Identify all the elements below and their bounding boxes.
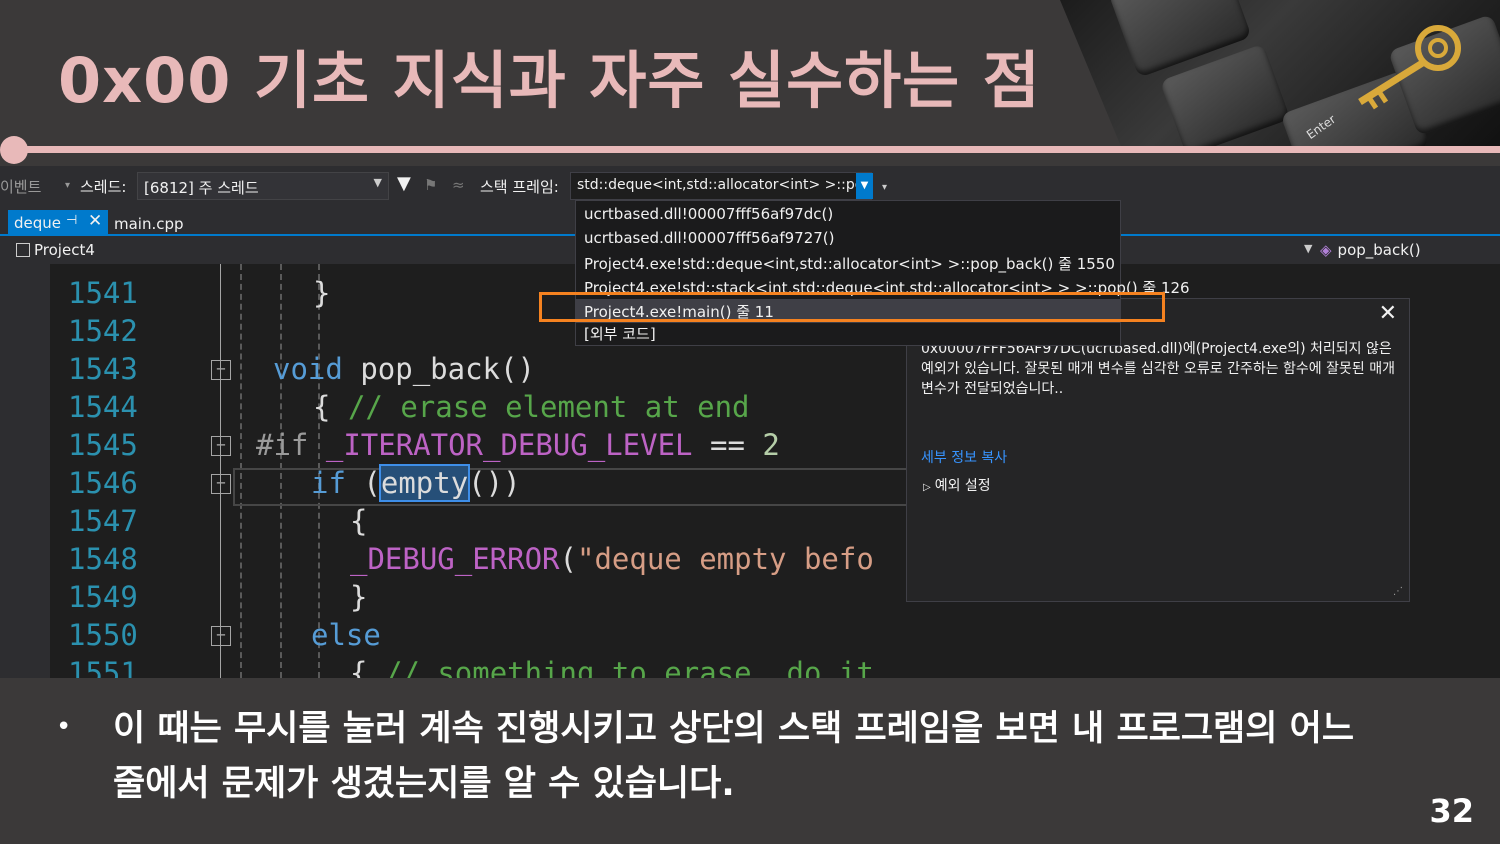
- code-text: _DEBUG_ERROR("deque empty befo: [350, 542, 874, 576]
- outline-line: [220, 264, 221, 678]
- stack-frame-value: std::deque<int,std::allocator<int> >::po…: [577, 177, 872, 193]
- code-text: {: [350, 504, 368, 538]
- thread-value: [6812] 주 스레드: [144, 179, 259, 197]
- keyboard-key-photo: Enter: [1060, 0, 1500, 148]
- stack-frame-list: ucrtbased.dll!00007fff56af97dc() ucrtbas…: [575, 200, 1190, 346]
- line-number: 1546: [68, 466, 138, 500]
- close-icon[interactable]: ✕: [88, 211, 102, 231]
- filter-icon[interactable]: ▼: [397, 173, 411, 194]
- line-number: 1542: [68, 314, 138, 348]
- line-number: 1544: [68, 390, 138, 424]
- caption-line: 이 때는 무시를 눌러 계속 진행시키고 상단의 스택 프레임을 보면 내 프로…: [113, 709, 1355, 749]
- code-text: { // erase element at end: [313, 390, 750, 424]
- line-number: 1545: [68, 428, 138, 462]
- thread-label: 스레드:: [80, 178, 127, 196]
- chevron-down-icon: ▼: [373, 176, 382, 189]
- line-number: 1550: [68, 618, 138, 652]
- line-number: 1548: [68, 542, 138, 576]
- collapse-toggle[interactable]: −: [211, 436, 231, 456]
- slide-caption: 이 때는 무시를 눌러 계속 진행시키고 상단의 스택 프레임을 보면 내 프로…: [113, 702, 1413, 812]
- code-text: if (empty()): [311, 464, 521, 502]
- caption-line: 줄에서 문제가 생겼는지를 알 수 있습니다.: [113, 764, 735, 804]
- flag-thread-icon[interactable]: ⚑: [424, 176, 437, 194]
- indicator-margin[interactable]: [8, 264, 50, 678]
- close-icon[interactable]: ✕: [1379, 301, 1397, 326]
- collapse-toggle[interactable]: −: [211, 360, 231, 380]
- project-icon: [16, 243, 30, 257]
- pin-icon[interactable]: ⊣: [66, 213, 77, 228]
- list-item[interactable]: Project4.exe!std::deque<int,std::allocat…: [584, 253, 1115, 274]
- expand-triangle-icon: ▷: [923, 482, 931, 493]
- method-icon: ◈: [1320, 241, 1332, 259]
- collapse-toggle[interactable]: −: [211, 474, 231, 494]
- visual-studio-screenshot: 이벤트 ▾ 스레드: [6812] 주 스레드 ▼ ▼ ⚑ ≈ 스택 프레임: …: [0, 166, 1500, 678]
- line-number: 1541: [68, 276, 138, 310]
- line-number: 1549: [68, 580, 138, 614]
- code-text: #if _ITERATOR_DEBUG_LEVEL == 2: [256, 428, 780, 462]
- line-number: 1547: [68, 504, 138, 538]
- line-number: 1543: [68, 352, 138, 386]
- show-flagged-icon[interactable]: ≈: [452, 176, 465, 194]
- tab-main-cpp[interactable]: main.cpp: [114, 215, 184, 233]
- tab-label: deque: [14, 214, 62, 232]
- project-dropdown[interactable]: Project4: [16, 241, 95, 259]
- exception-settings-label: 예외 설정: [934, 478, 991, 494]
- events-dropdown-icon[interactable]: ▾: [65, 180, 70, 191]
- code-text: { // something to erase, do it: [350, 656, 874, 678]
- line-number: 1551: [68, 656, 138, 678]
- collapse-toggle[interactable]: −: [211, 626, 231, 646]
- highlight-annotation-box: [539, 292, 1165, 322]
- slide-title: 0x00 기초 지식과 자주 실수하는 점: [58, 44, 1041, 117]
- exception-settings-toggle[interactable]: ▷ 예외 설정: [923, 475, 991, 495]
- exception-message: 0x00007FFF56AF97DC(ucrtbased.dll)에(Proje…: [921, 341, 1395, 397]
- function-dropdown[interactable]: ◈ pop_back(): [1320, 241, 1421, 259]
- code-text: }: [313, 276, 331, 310]
- code-text: }: [350, 580, 368, 614]
- stack-frame-select[interactable]: std::deque<int,std::allocator<int> >::po…: [570, 172, 872, 200]
- list-item[interactable]: [외부 코드]: [584, 323, 656, 344]
- chevron-down-icon[interactable]: ▼: [1304, 242, 1312, 255]
- title-underline: [14, 146, 1500, 153]
- title-underline-dot: [0, 136, 28, 164]
- list-item[interactable]: ucrtbased.dll!00007fff56af97dc(): [584, 205, 833, 223]
- code-text: else: [311, 618, 381, 652]
- list-item[interactable]: ucrtbased.dll!00007fff56af9727(): [584, 229, 835, 247]
- highlighted-symbol[interactable]: empty: [378, 464, 471, 502]
- thread-select[interactable]: [6812] 주 스레드 ▼: [137, 172, 389, 200]
- code-text: void pop_back(): [273, 352, 535, 386]
- stack-frame-dropdown-button[interactable]: ▼: [856, 173, 873, 199]
- toolbar-overflow-icon[interactable]: ▾: [882, 182, 887, 193]
- copy-details-link[interactable]: 세부 정보 복사: [921, 447, 1007, 467]
- golden-key-icon: [1358, 25, 1461, 110]
- stack-frame-label: 스택 프레임:: [480, 178, 559, 196]
- page-number: 32: [1429, 792, 1474, 830]
- tab-deque[interactable]: deque ⊣ ✕: [8, 210, 108, 236]
- events-label[interactable]: 이벤트: [0, 176, 41, 197]
- function-name: pop_back(): [1337, 241, 1421, 259]
- project-name: Project4: [34, 241, 95, 259]
- resize-grip-icon[interactable]: ⋰: [1393, 586, 1403, 597]
- bullet-icon: •: [56, 712, 72, 742]
